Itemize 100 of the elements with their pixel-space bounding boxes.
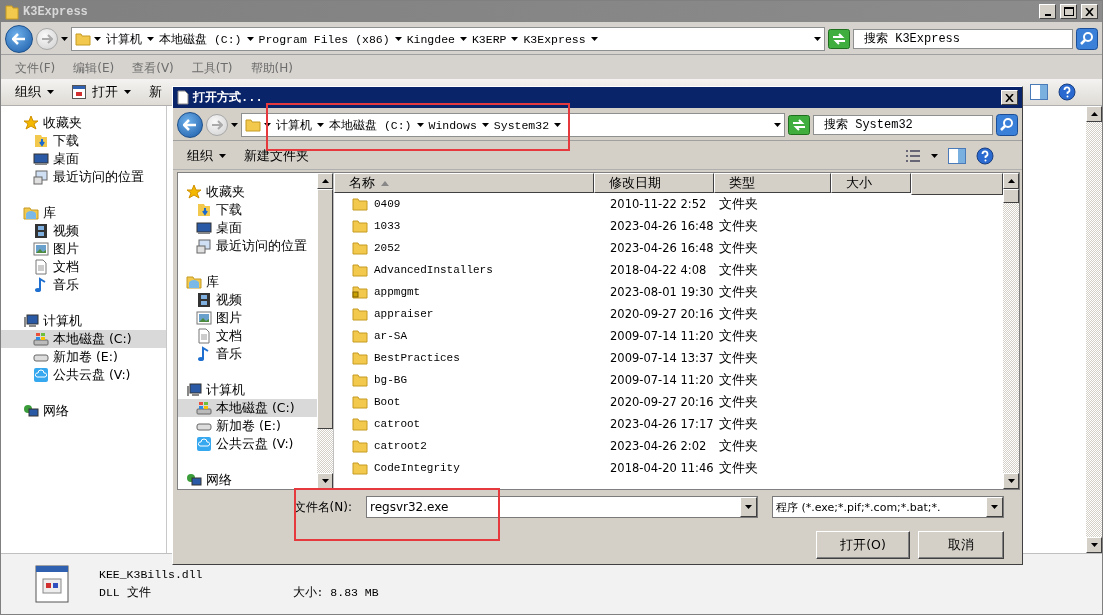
file-name-cell[interactable]: CodeIntegrity: [334, 461, 594, 475]
nav-item[interactable]: 收藏夹: [1, 114, 166, 132]
help-icon[interactable]: [1058, 83, 1076, 101]
nav-item[interactable]: 视频: [178, 291, 317, 309]
nav-item[interactable]: 音乐: [178, 345, 317, 363]
file-type-combo[interactable]: 程序 (*.exe;*.pif;*.com;*.bat;*.: [772, 496, 1004, 518]
scrollbar-thumb[interactable]: [317, 189, 333, 429]
column-header[interactable]: 大小: [831, 173, 911, 193]
preview-pane-icon[interactable]: [948, 148, 966, 164]
back-button[interactable]: [5, 25, 33, 53]
scrollbar[interactable]: [1003, 173, 1019, 489]
caret-icon: [459, 37, 467, 41]
file-name-cell[interactable]: catroot: [334, 417, 594, 431]
file-name-cell[interactable]: Boot: [334, 395, 594, 409]
toolbar-button[interactable]: 组织: [183, 147, 230, 165]
nav-item[interactable]: 下载: [178, 201, 317, 219]
menu-item[interactable]: 文件(F): [15, 59, 56, 77]
scroll-up-icon: [1007, 179, 1015, 183]
breadcrumb[interactable]: Program Files (x86): [256, 32, 392, 46]
column-header[interactable]: 类型: [714, 173, 831, 193]
nav-item[interactable]: 最近访问的位置: [178, 237, 317, 255]
nav-item[interactable]: 图片: [1, 240, 166, 258]
back-arrow-icon: [12, 33, 26, 45]
document-icon: [33, 259, 49, 275]
toolbar-button[interactable]: 打开: [68, 83, 135, 101]
nav-item[interactable]: 视频: [1, 222, 166, 240]
nav-item[interactable]: 桌面: [1, 150, 166, 168]
file-name-cell[interactable]: appraiser: [334, 307, 594, 321]
refresh-button[interactable]: [828, 29, 850, 49]
minimize-button[interactable]: [1039, 4, 1056, 19]
nav-item[interactable]: 计算机: [178, 381, 317, 399]
file-name-cell[interactable]: 0409: [334, 197, 594, 211]
nav-item[interactable]: 音乐: [1, 276, 166, 294]
search-field[interactable]: 搜索 K3Express: [853, 29, 1073, 49]
breadcrumb[interactable]: 本地磁盘 (C:): [327, 117, 414, 133]
refresh-button[interactable]: [788, 115, 810, 135]
nav-item[interactable]: 本地磁盘 (C:): [178, 399, 317, 417]
folder-icon: [352, 373, 368, 387]
folder-icon: [352, 439, 368, 453]
filename-combo[interactable]: regsvr32.exe: [366, 496, 758, 518]
file-name-cell[interactable]: 2052: [334, 241, 594, 255]
nav-item[interactable]: 网络: [178, 471, 317, 489]
dialog-button[interactable]: 打开(O): [816, 531, 910, 559]
breadcrumb[interactable]: 本地磁盘 (C:): [157, 31, 244, 47]
file-name-cell[interactable]: catroot2: [334, 439, 594, 453]
nav-item[interactable]: 新加卷 (E:): [178, 417, 317, 435]
scrollbar[interactable]: [317, 173, 333, 489]
view-options-icon[interactable]: [905, 149, 921, 163]
column-header[interactable]: 修改日期: [594, 173, 714, 193]
scrollbar-thumb[interactable]: [1003, 189, 1019, 203]
nav-item[interactable]: 公共云盘 (V:): [178, 435, 317, 453]
dialog-button[interactable]: 取消: [918, 531, 1004, 559]
file-name-cell[interactable]: BestPractices: [334, 351, 594, 365]
close-button[interactable]: [1001, 90, 1018, 105]
breadcrumb[interactable]: 计算机: [104, 31, 144, 47]
menu-item[interactable]: 工具(T): [191, 59, 233, 77]
file-name-cell[interactable]: AdvancedInstallers: [334, 263, 594, 277]
nav-item[interactable]: 库: [178, 273, 317, 291]
close-button[interactable]: [1081, 4, 1098, 19]
preview-pane-icon[interactable]: [1030, 84, 1048, 100]
breadcrumb[interactable]: Kingdee: [404, 32, 457, 46]
help-icon[interactable]: [976, 147, 994, 165]
nav-item[interactable]: 本地磁盘 (C:): [1, 330, 166, 348]
nav-item[interactable]: 新加卷 (E:): [1, 348, 166, 366]
file-name-cell[interactable]: appmgmt: [334, 285, 594, 299]
breadcrumb[interactable]: System32: [491, 118, 552, 132]
search-button[interactable]: [1076, 28, 1098, 50]
breadcrumb[interactable]: 计算机: [274, 117, 314, 133]
nav-item[interactable]: 文档: [178, 327, 317, 345]
nav-item[interactable]: 最近访问的位置: [1, 168, 166, 186]
nav-item[interactable]: 计算机: [1, 312, 166, 330]
file-name-cell[interactable]: ar-SA: [334, 329, 594, 343]
toolbar-button[interactable]: 组织: [11, 83, 58, 101]
nav-item[interactable]: 桌面: [178, 219, 317, 237]
forward-arrow-icon: [211, 120, 223, 130]
breadcrumb[interactable]: K3ERP: [469, 32, 509, 46]
search-field[interactable]: 搜索 System32: [813, 115, 993, 135]
menu-item[interactable]: 帮助(H): [250, 59, 293, 77]
breadcrumb[interactable]: K3Express: [521, 32, 588, 46]
address-bar[interactable]: 计算机 本地磁盘 (C:) Program Files (x86) Kingdee K3ERP K3Express: [71, 27, 825, 51]
menu-item[interactable]: 查看(V): [132, 59, 174, 77]
nav-item[interactable]: 收藏夹: [178, 183, 317, 201]
file-name-cell[interactable]: bg-BG: [334, 373, 594, 387]
search-button[interactable]: [996, 114, 1018, 136]
nav-item[interactable]: 文档: [1, 258, 166, 276]
file-name-cell[interactable]: 1033: [334, 219, 594, 233]
back-button[interactable]: [177, 112, 203, 138]
nav-item[interactable]: 库: [1, 204, 166, 222]
nav-item[interactable]: 网络: [1, 402, 166, 420]
menu-item[interactable]: 编辑(E): [73, 59, 115, 77]
nav-item[interactable]: 公共云盘 (V:): [1, 366, 166, 384]
scrollbar[interactable]: [1086, 106, 1102, 553]
maximize-button[interactable]: [1060, 4, 1077, 19]
column-header[interactable]: 名称: [334, 173, 594, 193]
nav-item[interactable]: 下载: [1, 132, 166, 150]
breadcrumb[interactable]: Windows: [426, 118, 479, 132]
nav-item[interactable]: 图片: [178, 309, 317, 327]
address-bar[interactable]: 计算机 本地磁盘 (C:) Windows System32: [241, 113, 785, 137]
toolbar-button[interactable]: 新: [145, 83, 166, 101]
system-drive-icon: [196, 400, 212, 416]
